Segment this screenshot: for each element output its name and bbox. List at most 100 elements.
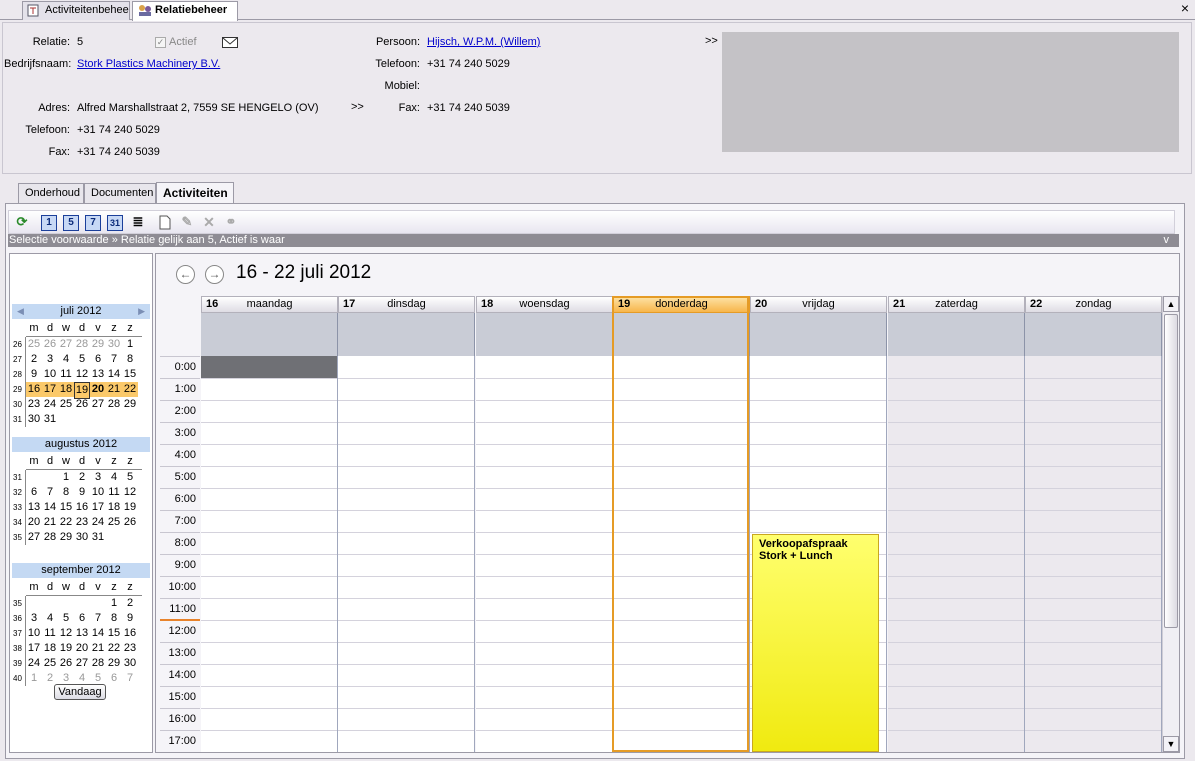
calendar-day[interactable]: 10 xyxy=(42,367,58,382)
calendar-day[interactable]: 16 xyxy=(26,382,42,397)
calendar-day[interactable]: 17 xyxy=(26,641,42,656)
calendar-day[interactable]: 15 xyxy=(58,500,74,515)
calendar-day[interactable]: 23 xyxy=(26,397,42,412)
edit-icon[interactable]: ✎ xyxy=(179,215,195,231)
calendar-day[interactable]: 6 xyxy=(26,485,42,500)
workweek-view-button[interactable]: 5 xyxy=(63,215,79,231)
calendar-day[interactable]: 17 xyxy=(42,382,58,397)
bedrijfsnaam-link[interactable]: Stork Plastics Machinery B.V. xyxy=(77,58,220,70)
day-column[interactable] xyxy=(613,356,750,752)
calendar-day[interactable]: 8 xyxy=(122,352,138,367)
calendar-day[interactable]: 6 xyxy=(90,352,106,367)
calendar-day[interactable]: 27 xyxy=(26,530,42,545)
calendar-day[interactable]: 16 xyxy=(74,500,90,515)
calendar-day[interactable]: 7 xyxy=(90,611,106,626)
calendar-day[interactable]: 27 xyxy=(58,337,74,352)
calendar-day[interactable]: 8 xyxy=(58,485,74,500)
calendar-day[interactable]: 1 xyxy=(58,470,74,485)
calendar-day[interactable]: 24 xyxy=(42,397,58,412)
calendar-day[interactable]: 19 xyxy=(122,500,138,515)
calendar-day[interactable]: 2 xyxy=(74,470,90,485)
calendar-day[interactable]: 26 xyxy=(58,656,74,671)
calendar-day[interactable]: 15 xyxy=(122,367,138,382)
calendar-day[interactable]: 20 xyxy=(74,641,90,656)
calendar-day[interactable]: 22 xyxy=(122,382,138,397)
calendar-day[interactable]: 15 xyxy=(106,626,122,641)
calendar-day[interactable]: 14 xyxy=(42,500,58,515)
day-header[interactable]: 20 vrijdag xyxy=(750,296,887,313)
calendar-day[interactable]: 21 xyxy=(106,382,122,397)
person-expand-button[interactable]: >> xyxy=(705,35,718,47)
calendar-day[interactable]: 13 xyxy=(26,500,42,515)
calendar-day[interactable]: 30 xyxy=(122,656,138,671)
calendar-day[interactable]: 3 xyxy=(42,352,58,367)
calendar-day[interactable]: 17 xyxy=(90,500,106,515)
calendar-day[interactable]: 18 xyxy=(106,500,122,515)
calendar-day[interactable]: 31 xyxy=(90,530,106,545)
calendar-day[interactable]: 23 xyxy=(122,641,138,656)
day-column[interactable] xyxy=(888,356,1025,752)
calendar-day[interactable]: 7 xyxy=(42,485,58,500)
mail-icon[interactable] xyxy=(222,37,238,51)
all-day-cell[interactable] xyxy=(476,313,613,356)
calendar-day[interactable]: 21 xyxy=(90,641,106,656)
tab-documenten[interactable]: Documenten xyxy=(84,183,156,203)
calendar-day[interactable]: 5 xyxy=(58,611,74,626)
day-header[interactable]: 22 zondag xyxy=(1025,296,1162,313)
all-day-cell[interactable] xyxy=(613,313,750,356)
calendar-day[interactable]: 29 xyxy=(58,530,74,545)
scroll-thumb[interactable] xyxy=(1164,314,1178,628)
calendar-day[interactable]: 7 xyxy=(106,352,122,367)
calendar-day[interactable]: 28 xyxy=(106,397,122,412)
calendar-day[interactable]: 5 xyxy=(122,470,138,485)
calendar-day[interactable]: 12 xyxy=(58,626,74,641)
month-view-button[interactable]: 31 xyxy=(107,215,123,231)
calendar-day[interactable]: 9 xyxy=(74,485,90,500)
calendar-day[interactable]: 31 xyxy=(42,412,58,427)
calendar-day[interactable]: 27 xyxy=(74,656,90,671)
calendar-day[interactable]: 21 xyxy=(42,515,58,530)
scroll-down-button[interactable]: ▼ xyxy=(1163,736,1179,752)
selected-time-slot[interactable] xyxy=(201,356,337,378)
previous-week-button[interactable]: ← xyxy=(176,265,195,284)
all-day-cell[interactable] xyxy=(201,313,338,356)
all-day-cell[interactable] xyxy=(888,313,1025,356)
calendar-day[interactable]: 11 xyxy=(42,626,58,641)
calendar-day[interactable]: 9 xyxy=(26,367,42,382)
calendar-day[interactable]: 16 xyxy=(122,626,138,641)
link-icon[interactable]: ⚭ xyxy=(223,215,239,231)
delete-icon[interactable]: ✕ xyxy=(201,215,217,231)
calendar-day[interactable]: 30 xyxy=(74,530,90,545)
calendar-day[interactable]: 14 xyxy=(90,626,106,641)
calendar-day[interactable]: 18 xyxy=(42,641,58,656)
calendar-day[interactable]: 13 xyxy=(90,367,106,382)
calendar-day[interactable]: 25 xyxy=(26,337,42,352)
day-column[interactable] xyxy=(1025,356,1162,752)
calendar-day[interactable]: 28 xyxy=(74,337,90,352)
calendar-day[interactable]: 10 xyxy=(90,485,106,500)
calendar-day[interactable]: 4 xyxy=(58,352,74,367)
refresh-icon[interactable]: ⟳ xyxy=(14,215,30,231)
calendar-day[interactable]: 6 xyxy=(74,611,90,626)
all-day-cell[interactable] xyxy=(338,313,475,356)
all-day-cell[interactable] xyxy=(1025,313,1162,356)
appointment[interactable]: Verkoopafspraak Stork + Lunch xyxy=(752,534,879,752)
day-header[interactable]: 16 maandag xyxy=(201,296,338,313)
today-button[interactable]: Vandaag xyxy=(54,684,106,700)
calendar-day[interactable]: 2 xyxy=(122,596,138,611)
actief-checkbox[interactable]: ✓ xyxy=(155,37,166,48)
vertical-scrollbar[interactable]: ▲ ▼ xyxy=(1162,296,1179,752)
calendar-day[interactable]: 29 xyxy=(106,656,122,671)
calendar-day[interactable]: 4 xyxy=(42,611,58,626)
calendar-day[interactable]: 24 xyxy=(26,656,42,671)
calendar-day[interactable]: 10 xyxy=(26,626,42,641)
calendar-day[interactable]: 5 xyxy=(74,352,90,367)
calendar-day[interactable]: 11 xyxy=(106,485,122,500)
calendar-day[interactable]: 1 xyxy=(106,596,122,611)
list-view-icon[interactable]: ≣ xyxy=(130,215,146,231)
calendar-day[interactable]: 25 xyxy=(42,656,58,671)
calendar-day[interactable]: 25 xyxy=(106,515,122,530)
calendar-day[interactable]: 26 xyxy=(74,397,90,412)
calendar-day[interactable]: 3 xyxy=(90,470,106,485)
tab-relatiebeheer[interactable]: Relatiebeheer xyxy=(132,1,238,21)
